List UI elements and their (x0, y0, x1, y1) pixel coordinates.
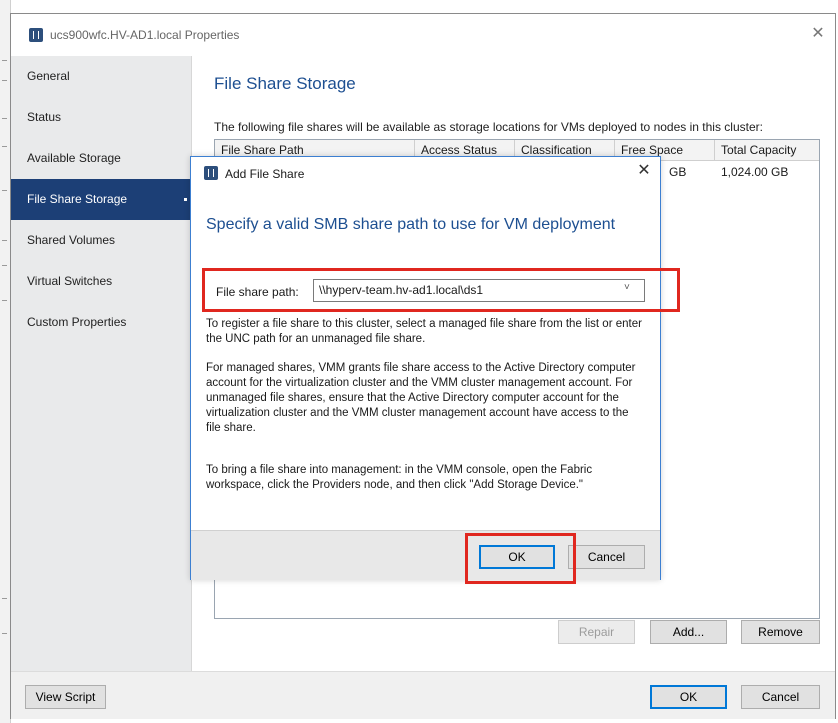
strip-mark (2, 265, 7, 266)
sidebar-item-label: Available Storage (27, 151, 121, 165)
sidebar-item-custom-properties[interactable]: Custom Properties (11, 302, 191, 343)
ok-button[interactable]: OK (650, 685, 727, 709)
sidebar-item-label: Virtual Switches (27, 274, 113, 288)
sidebar-nav: General Status Available Storage File Sh… (11, 56, 192, 671)
strip-mark (2, 598, 7, 599)
close-icon[interactable]: ✕ (634, 161, 654, 181)
cancel-button[interactable]: Cancel (741, 685, 820, 709)
remove-button[interactable]: Remove (741, 620, 820, 644)
strip-mark (2, 633, 7, 634)
vmm-app-icon (29, 28, 43, 42)
page-description: The following file shares will be availa… (214, 120, 763, 134)
cell-total-capacity: 1,024.00 GB (721, 165, 789, 179)
add-file-share-dialog: Add File Share ✕ Specify a valid SMB sha… (190, 156, 680, 584)
strip-mark (2, 146, 7, 147)
dialog-button-bar: OK Cancel (191, 530, 660, 580)
sidebar-item-virtual-switches[interactable]: Virtual Switches (11, 261, 191, 302)
view-script-button[interactable]: View Script (25, 685, 106, 709)
sidebar-item-general[interactable]: General (11, 56, 191, 97)
cell-free-space: GB (669, 165, 687, 179)
dialog-heading: Specify a valid SMB share path to use fo… (206, 216, 616, 233)
dialog-paragraph-1: To register a file share to this cluster… (206, 318, 642, 345)
strip-mark (2, 80, 7, 81)
sidebar-item-available-storage[interactable]: Available Storage (11, 138, 191, 179)
window-footer: View Script OK Cancel (11, 671, 835, 719)
sidebar-item-label: Shared Volumes (27, 233, 116, 247)
sidebar-item-label: Status (27, 110, 62, 124)
sidebar-item-status[interactable]: Status (11, 97, 191, 138)
sidebar-item-label: Custom Properties (27, 315, 127, 329)
page-title: File Share Storage (214, 74, 356, 93)
active-indicator (184, 198, 187, 201)
strip-mark (2, 118, 7, 119)
strip-mark (2, 60, 7, 61)
column-header-total-capacity[interactable]: Total Capacity (715, 140, 819, 161)
dialog-title: Add File Share (225, 167, 305, 181)
path-highlight-box (202, 268, 680, 312)
dialog-paragraph-3: To bring a file share into management: i… (206, 464, 593, 491)
repair-button[interactable]: Repair (558, 620, 635, 644)
strip-mark (2, 190, 7, 191)
strip-mark (2, 240, 7, 241)
sidebar-item-label: General (27, 69, 70, 83)
window-titlebar: ucs900wfc.HV-AD1.local Properties ✕ (11, 14, 835, 56)
window-title: ucs900wfc.HV-AD1.local Properties (50, 28, 240, 42)
ok-highlight-box (465, 533, 576, 584)
close-icon[interactable]: ✕ (807, 23, 829, 45)
dialog-paragraph-2: For managed shares, VMM grants file shar… (206, 362, 636, 434)
sidebar-item-file-share-storage[interactable]: File Share Storage (11, 179, 191, 220)
sidebar-item-shared-volumes[interactable]: Shared Volumes (11, 220, 191, 261)
sidebar-item-label: File Share Storage (27, 192, 128, 206)
strip-mark (2, 300, 7, 301)
vmm-dialog-icon (204, 166, 218, 180)
dialog-cancel-button[interactable]: Cancel (568, 545, 645, 569)
add-button[interactable]: Add... (650, 620, 727, 644)
